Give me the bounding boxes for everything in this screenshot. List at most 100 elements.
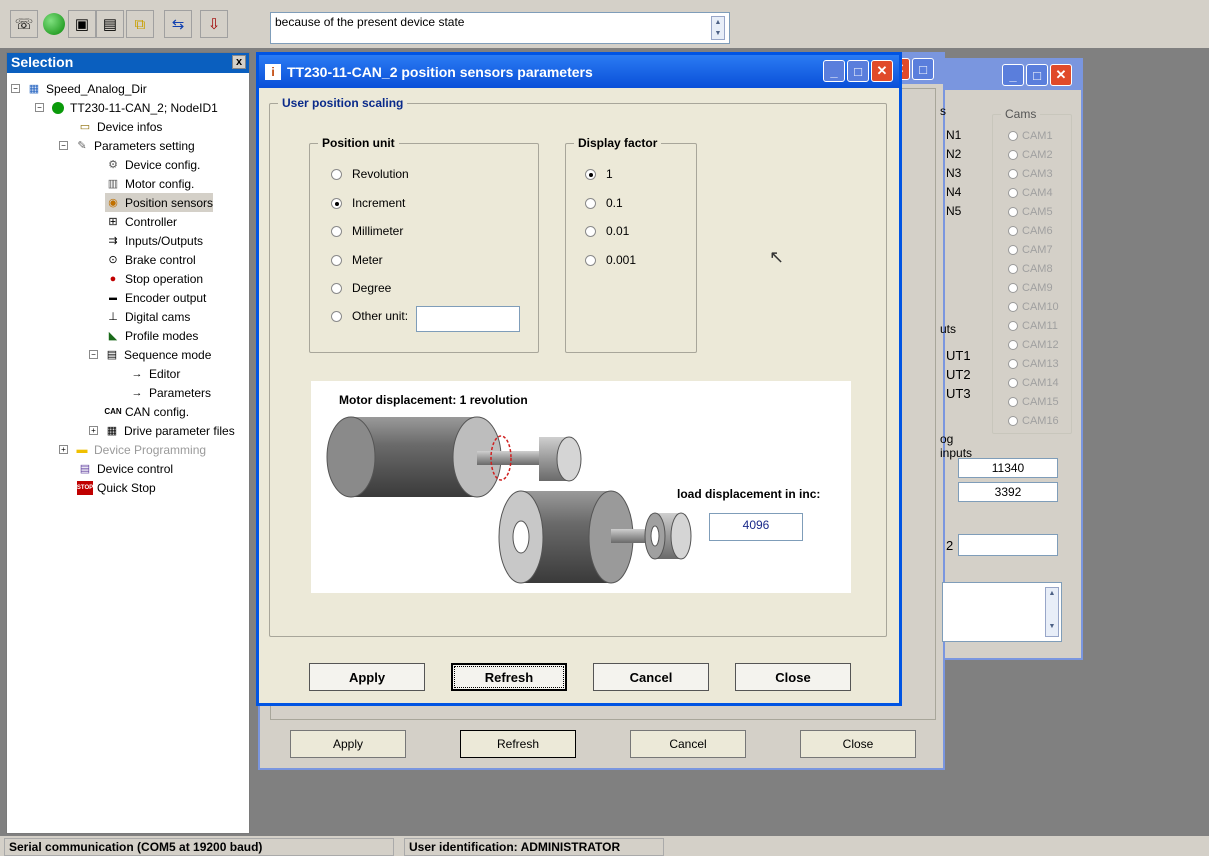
- position-sensors-dialog: i TT230-11-CAN_2 position sensors parame…: [256, 52, 902, 706]
- transfer-icon[interactable]: ⇆: [164, 10, 192, 38]
- cam-label: CAM3: [1022, 168, 1053, 180]
- tree-item-drive-parameter-files[interactable]: + ▦ Drive parameter files: [89, 421, 235, 440]
- collapse-icon[interactable]: −: [11, 84, 20, 93]
- tree-item-motor-config[interactable]: ▥ Motor config.: [105, 174, 195, 193]
- apply-button[interactable]: Apply: [309, 663, 425, 691]
- tree-item-label: Device infos: [97, 119, 163, 134]
- device-icon[interactable]: ▣: [68, 10, 96, 38]
- cam-label: CAM1: [1022, 130, 1053, 142]
- cam-label: CAM16: [1022, 415, 1059, 427]
- tree-item-device-infos[interactable]: ▭ Device infos: [77, 117, 163, 136]
- tree-item-profile-modes[interactable]: ◣ Profile modes: [105, 326, 199, 345]
- tree-item-quick-stop[interactable]: STOP Quick Stop: [77, 478, 156, 497]
- modem-icon[interactable]: ☏: [10, 10, 38, 38]
- close-icon[interactable]: ✕: [871, 60, 893, 82]
- back-cancel-button[interactable]: Cancel: [630, 730, 746, 758]
- radio-factor-1[interactable]: 1: [585, 167, 613, 181]
- tree-item-controller[interactable]: ⊞ Controller: [105, 212, 177, 231]
- message-text: because of the present device state: [275, 15, 465, 29]
- cam-label: CAM5: [1022, 206, 1053, 218]
- cam-radio: CAM7: [1008, 244, 1053, 256]
- radio-revolution[interactable]: Revolution: [331, 167, 409, 181]
- tree-item-inputs-outputs[interactable]: ⇉ Inputs/Outputs: [105, 231, 203, 250]
- tree-item-label: TT230-11-CAN_2; NodeID1: [70, 100, 218, 115]
- close-icon[interactable]: ✕: [1050, 64, 1072, 86]
- back-partial-text: UT1: [946, 348, 971, 363]
- tree-item-label: Controller: [125, 214, 178, 229]
- back-text-area-scrollbar[interactable]: ▲ ▼: [1045, 587, 1059, 637]
- cams-title: Cams: [1001, 107, 1041, 121]
- back-partial-2: 2: [946, 538, 954, 553]
- cam-label: CAM12: [1022, 339, 1059, 351]
- radio-degree[interactable]: Degree: [331, 281, 391, 295]
- tree-item-label: Digital cams: [125, 309, 191, 324]
- tree-item-label: Parameters: [149, 385, 212, 400]
- tree-item-device-programming[interactable]: + ▬ Device Programming: [59, 440, 206, 459]
- other-unit-input[interactable]: [416, 306, 520, 332]
- radio-increment[interactable]: Increment: [331, 196, 405, 210]
- tree-item-label: Editor: [149, 366, 181, 381]
- radio-factor-0.01[interactable]: 0.01: [585, 224, 629, 238]
- selection-close-button[interactable]: x: [232, 55, 246, 69]
- tree-item-project[interactable]: − ▦ Speed_Analog_Dir: [11, 79, 147, 98]
- analog-input-2[interactable]: 3392: [958, 482, 1058, 502]
- radio-label: 0.001: [606, 253, 637, 267]
- load-displacement-value[interactable]: 4096: [709, 513, 803, 541]
- radio-millimeter[interactable]: Millimeter: [331, 224, 403, 238]
- close-button[interactable]: Close: [735, 663, 851, 691]
- window-icon[interactable]: ▤: [96, 10, 124, 38]
- tree-item-sequence-mode[interactable]: − ▤ Sequence mode: [89, 345, 211, 364]
- radio-label: Revolution: [352, 167, 409, 181]
- minimize-icon[interactable]: _: [823, 60, 845, 82]
- tree-item-can-config[interactable]: CAN CAN config.: [104, 402, 189, 421]
- tree-item-parameters[interactable]: → Parameters: [129, 383, 212, 402]
- restore-icon[interactable]: □: [912, 58, 934, 80]
- radio-other-unit[interactable]: Other unit:: [331, 309, 408, 323]
- radio-icon: [331, 225, 342, 237]
- download-icon[interactable]: ⇩: [200, 10, 228, 38]
- tree-item-device-config[interactable]: ⚙ Device config.: [105, 155, 200, 174]
- collapse-icon[interactable]: −: [59, 141, 68, 150]
- expand-icon[interactable]: +: [59, 445, 68, 454]
- back-text-area[interactable]: ▲ ▼: [942, 582, 1062, 642]
- tree-item-brake-control[interactable]: ⊙ Brake control: [105, 250, 195, 269]
- maximize-icon[interactable]: □: [1026, 64, 1048, 86]
- expand-icon[interactable]: +: [89, 426, 98, 435]
- collapse-icon[interactable]: −: [35, 103, 44, 112]
- tree-item-encoder-output[interactable]: ▬ Encoder output: [105, 288, 206, 307]
- selection-title: Selection: [11, 54, 74, 70]
- message-scrollbar[interactable]: ▲ ▼: [711, 16, 725, 40]
- tree-item-digital-cams[interactable]: ⊥ Digital cams: [105, 307, 190, 326]
- refresh-button[interactable]: Refresh: [451, 663, 567, 691]
- connect-icon[interactable]: [40, 10, 68, 38]
- tree-item-device-control[interactable]: ▤ Device control: [77, 459, 173, 478]
- wrench-icon: ✎: [77, 140, 87, 152]
- config-icon[interactable]: ⧉: [126, 10, 154, 38]
- control-icon: ▤: [79, 463, 91, 475]
- back-partial-text: N1: [946, 128, 962, 142]
- minimize-icon[interactable]: _: [1002, 64, 1024, 86]
- radio-factor-0.1[interactable]: 0.1: [585, 196, 623, 210]
- tree-item-node[interactable]: − TT230-11-CAN_2; NodeID1: [35, 98, 218, 117]
- back-close-button[interactable]: Close: [800, 730, 916, 758]
- maximize-icon[interactable]: □: [847, 60, 869, 82]
- tree-item-parameters-setting[interactable]: − ✎ Parameters setting: [59, 136, 195, 155]
- cam-radio: CAM3: [1008, 168, 1053, 180]
- radio-factor-0.001[interactable]: 0.001: [585, 253, 636, 267]
- back-text-field[interactable]: [958, 534, 1058, 556]
- back-apply-button[interactable]: Apply: [290, 730, 406, 758]
- selection-panel: Selection x − ▦ Speed_Analog_Dir − TT230-11…: [6, 52, 250, 834]
- analog-input-1[interactable]: 11340: [958, 458, 1058, 478]
- back-partial-n: N1 N2 N3 N4 N5: [946, 126, 961, 221]
- tree-item-editor[interactable]: → Editor: [129, 364, 181, 383]
- back-refresh-button[interactable]: Refresh: [460, 730, 576, 758]
- radio-meter[interactable]: Meter: [331, 253, 383, 267]
- back-partial-text: N4: [946, 185, 962, 199]
- cancel-button[interactable]: Cancel: [593, 663, 709, 691]
- cam-radio: CAM14: [1008, 377, 1059, 389]
- tree-item-stop-operation[interactable]: ● Stop operation: [105, 269, 203, 288]
- cam-label: CAM7: [1022, 244, 1053, 256]
- tree-item-position-sensors[interactable]: ◉ Position sensors: [105, 193, 214, 212]
- back-partial-uts: uts: [940, 322, 957, 336]
- collapse-icon[interactable]: −: [89, 350, 98, 359]
